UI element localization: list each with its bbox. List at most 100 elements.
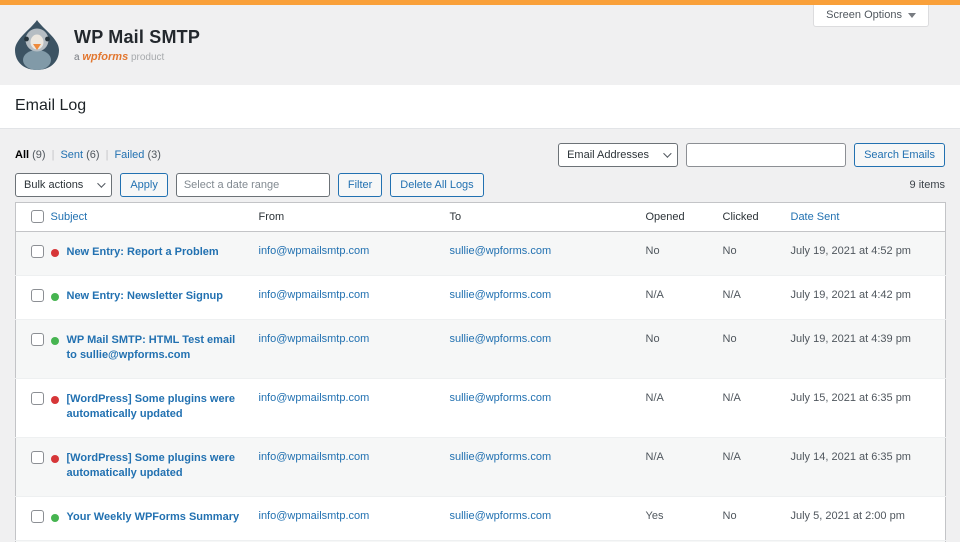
chevron-down-icon: [908, 13, 916, 18]
from-email-link[interactable]: info@wpmailsmtp.com: [259, 510, 370, 522]
date-sent-value: July 14, 2021 at 6:35 pm: [791, 438, 946, 497]
delete-all-logs-button[interactable]: Delete All Logs: [390, 173, 483, 197]
search-controls: Email Addresses Search Emails: [558, 143, 945, 167]
row-checkbox[interactable]: [31, 510, 44, 523]
column-header-date-sent[interactable]: Date Sent: [791, 203, 946, 232]
subject-link[interactable]: Your Weekly WPForms Summary: [67, 510, 240, 525]
from-cell: info@wpmailsmtp.com: [259, 497, 450, 541]
to-cell: sullie@wpforms.com: [450, 320, 646, 379]
row-select-cell: [16, 320, 51, 379]
view-sent[interactable]: Sent (6): [60, 149, 99, 161]
subject-link[interactable]: [WordPress] Some plugins were automatica…: [67, 392, 249, 422]
subject-cell: [WordPress] Some plugins were automatica…: [51, 379, 259, 438]
view-failed[interactable]: Failed (3): [114, 149, 160, 161]
table-row: Your Weekly WPForms Summary info@wpmailsm…: [16, 497, 946, 541]
row-select-cell: [16, 276, 51, 320]
subject-link[interactable]: [WordPress] Some plugins were automatica…: [67, 451, 249, 481]
date-sent-value: July 19, 2021 at 4:39 pm: [791, 320, 946, 379]
column-header-to: To: [450, 203, 646, 232]
row-checkbox[interactable]: [31, 451, 44, 464]
apply-button[interactable]: Apply: [120, 173, 168, 197]
screen-options-label: Screen Options: [826, 9, 902, 21]
search-input[interactable]: [686, 143, 846, 167]
to-email-link[interactable]: sullie@wpforms.com: [450, 510, 552, 522]
to-cell: sullie@wpforms.com: [450, 379, 646, 438]
clicked-value: No: [723, 497, 791, 541]
from-email-link[interactable]: info@wpmailsmtp.com: [259, 333, 370, 345]
to-email-link[interactable]: sullie@wpforms.com: [450, 333, 552, 345]
plugin-title: WP Mail SMTP: [74, 27, 200, 48]
table-row: [WordPress] Some plugins were automatica…: [16, 438, 946, 497]
view-all[interactable]: All (9): [15, 149, 46, 161]
email-log-content: All (9) | Sent (6) | Failed (3) Email Ad…: [0, 129, 960, 542]
bulk-controls: Bulk actions Apply Filter Delete All Log…: [15, 173, 484, 197]
row-select-cell: [16, 497, 51, 541]
subject-link[interactable]: New Entry: Newsletter Signup: [67, 289, 223, 304]
screen-options-button[interactable]: Screen Options: [813, 5, 929, 27]
chevron-down-icon: [663, 149, 671, 157]
subtitle-suffix: product: [131, 52, 164, 63]
subject-link[interactable]: New Entry: Report a Problem: [67, 245, 219, 260]
clicked-value: N/A: [723, 438, 791, 497]
to-email-link[interactable]: sullie@wpforms.com: [450, 392, 552, 404]
select-all-checkbox[interactable]: [31, 210, 44, 223]
email-log-table: Subject From To Opened Clicked Date Sent…: [15, 202, 946, 542]
status-sent-icon: [51, 293, 59, 301]
date-sent-value: July 5, 2021 at 2:00 pm: [791, 497, 946, 541]
row-checkbox[interactable]: [31, 245, 44, 258]
from-email-link[interactable]: info@wpmailsmtp.com: [259, 392, 370, 404]
table-row: New Entry: Report a Problem info@wpmailsm…: [16, 232, 946, 276]
table-row: New Entry: Newsletter Signup info@wpmails…: [16, 276, 946, 320]
subject-link[interactable]: WP Mail SMTP: HTML Test email to sullie@…: [67, 333, 249, 363]
opened-value: No: [646, 320, 723, 379]
from-cell: info@wpmailsmtp.com: [259, 320, 450, 379]
table-row: WP Mail SMTP: HTML Test email to sullie@…: [16, 320, 946, 379]
to-cell: sullie@wpforms.com: [450, 497, 646, 541]
opened-value: N/A: [646, 276, 723, 320]
from-cell: info@wpmailsmtp.com: [259, 276, 450, 320]
filters-search-row: All (9) | Sent (6) | Failed (3) Email Ad…: [15, 143, 945, 167]
status-failed-icon: [51, 396, 59, 404]
filter-button[interactable]: Filter: [338, 173, 382, 197]
row-checkbox[interactable]: [31, 333, 44, 346]
separator: |: [106, 149, 109, 161]
status-sent-icon: [51, 337, 59, 345]
date-sent-value: July 19, 2021 at 4:52 pm: [791, 232, 946, 276]
to-cell: sullie@wpforms.com: [450, 276, 646, 320]
subject-cell: WP Mail SMTP: HTML Test email to sullie@…: [51, 320, 259, 379]
to-email-link[interactable]: sullie@wpforms.com: [450, 245, 552, 257]
to-email-link[interactable]: sullie@wpforms.com: [450, 451, 552, 463]
opened-value: N/A: [646, 438, 723, 497]
plugin-subtitle: a wpforms product: [74, 51, 200, 63]
from-cell: info@wpmailsmtp.com: [259, 232, 450, 276]
subject-cell: New Entry: Newsletter Signup: [51, 276, 259, 320]
to-email-link[interactable]: sullie@wpforms.com: [450, 289, 552, 301]
clicked-value: No: [723, 232, 791, 276]
clicked-value: No: [723, 320, 791, 379]
opened-value: No: [646, 232, 723, 276]
search-field-select[interactable]: Email Addresses: [558, 143, 678, 167]
date-sent-value: July 15, 2021 at 6:35 pm: [791, 379, 946, 438]
items-count: 9 items: [910, 179, 945, 191]
from-cell: info@wpmailsmtp.com: [259, 438, 450, 497]
wp-mail-smtp-pigeon-logo: [14, 19, 60, 71]
to-cell: sullie@wpforms.com: [450, 232, 646, 276]
row-select-cell: [16, 438, 51, 497]
opened-value: Yes: [646, 497, 723, 541]
bulk-actions-select-value: Bulk actions: [24, 179, 83, 191]
column-header-clicked: Clicked: [723, 203, 791, 232]
email-table-body: New Entry: Report a Problem info@wpmailsm…: [16, 232, 946, 542]
bulk-actions-select[interactable]: Bulk actions: [15, 173, 112, 197]
clicked-value: N/A: [723, 379, 791, 438]
row-checkbox[interactable]: [31, 289, 44, 302]
clicked-value: N/A: [723, 276, 791, 320]
column-header-subject[interactable]: Subject: [51, 203, 259, 232]
from-email-link[interactable]: info@wpmailsmtp.com: [259, 451, 370, 463]
search-emails-button[interactable]: Search Emails: [854, 143, 945, 167]
row-checkbox[interactable]: [31, 392, 44, 405]
subtitle-prefix: a: [74, 52, 80, 63]
from-email-link[interactable]: info@wpmailsmtp.com: [259, 245, 370, 257]
page-title-band: Email Log: [0, 85, 960, 129]
from-email-link[interactable]: info@wpmailsmtp.com: [259, 289, 370, 301]
date-range-input[interactable]: [176, 173, 330, 197]
